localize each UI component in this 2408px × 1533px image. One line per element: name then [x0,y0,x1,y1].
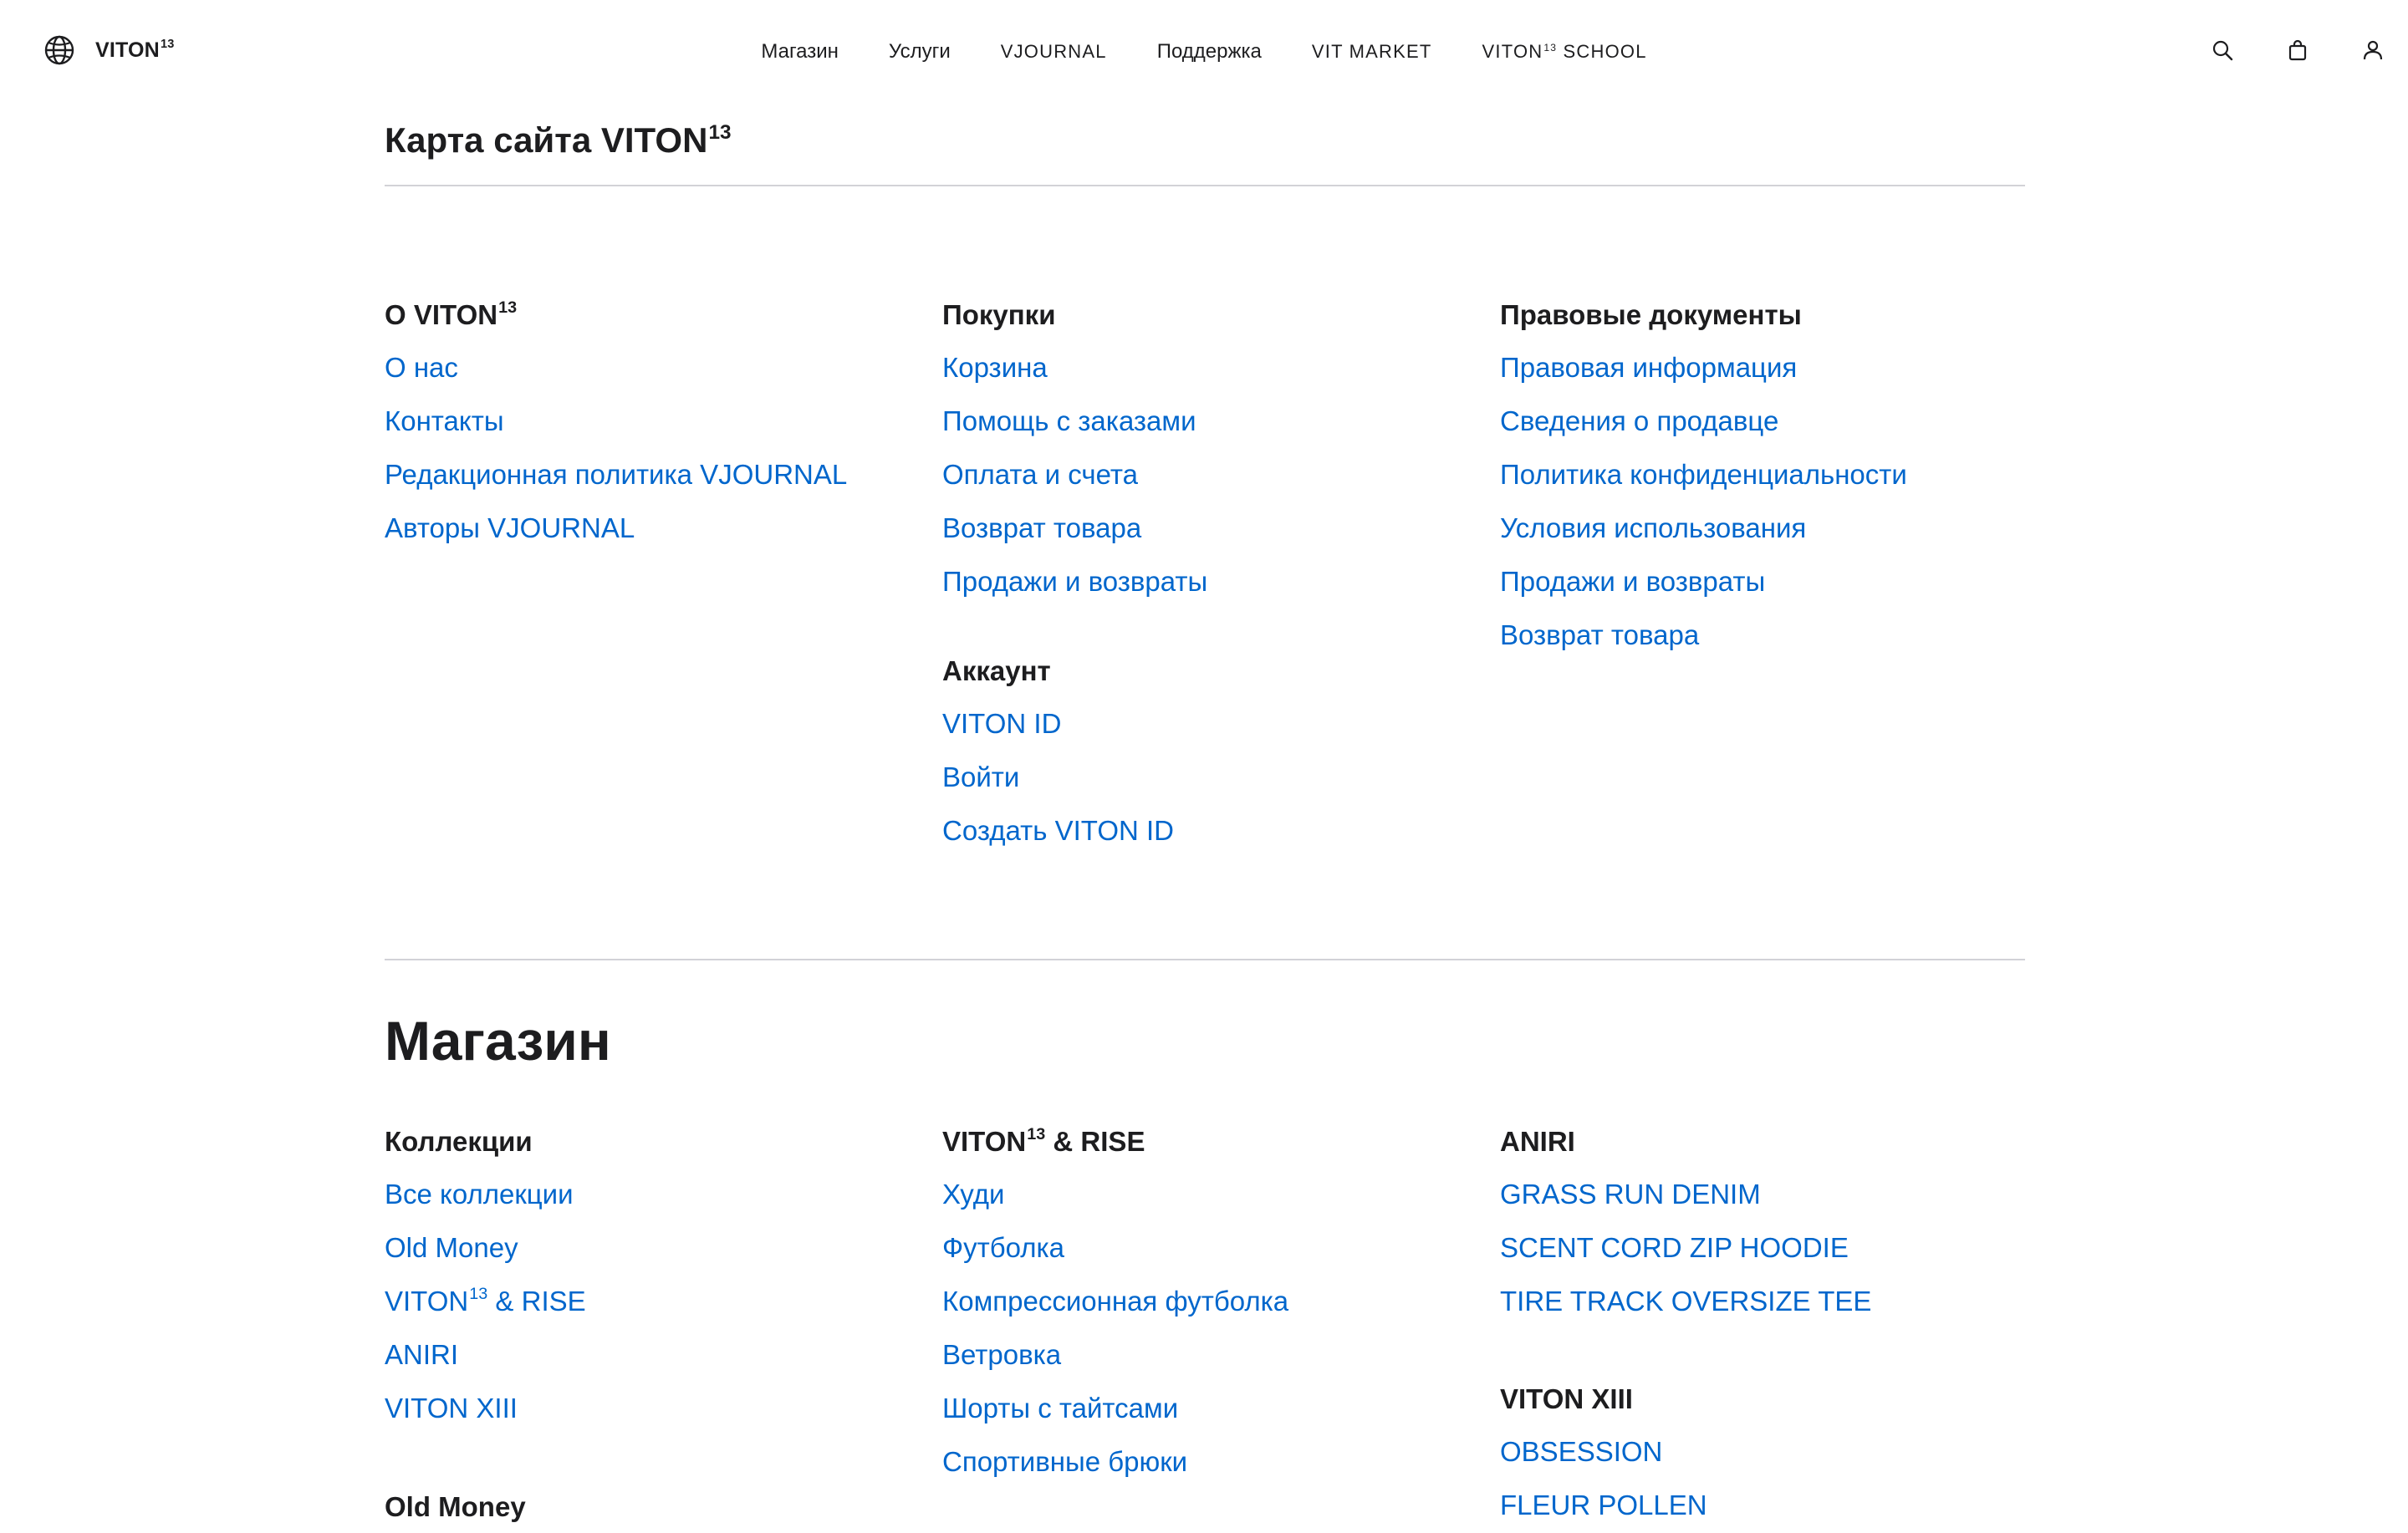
link-aniri[interactable]: ANIRI [385,1328,920,1382]
link-fleur-pollen[interactable]: FLEUR POLLEN [1500,1479,2035,1532]
group-heading-old-money: Old Money [385,1491,526,1522]
link-tshirt[interactable]: Футболка [942,1221,1477,1275]
nav-item-services[interactable]: Услуги [889,37,951,67]
nav-item-vjournal[interactable]: VJOURNAL [1001,37,1107,67]
group-heading-legal: Правовые документы [1500,299,1802,330]
link-vjournal-authors[interactable]: Авторы VJOURNAL [385,502,920,555]
link-grass-run-denim[interactable]: GRASS RUN DENIM [1500,1168,2035,1221]
link-order-help[interactable]: Помощь с заказами [942,395,1477,448]
link-scent-cord-zip-hoodie[interactable]: SCENT CORD ZIP HOODIE [1500,1221,2035,1275]
link-compression-tshirt[interactable]: Компрессионная футболка [942,1275,1477,1328]
section-title-shop: Магазин [385,1010,611,1072]
link-cart[interactable]: Корзина [942,341,1477,395]
main-nav: Магазин Услуги VJOURNAL Поддержка VIT MA… [0,37,2408,67]
link-windbreaker[interactable]: Ветровка [942,1328,1477,1382]
link-old-money[interactable]: Old Money [385,1221,920,1275]
nav-item-school[interactable]: VITON13 SCHOOL [1482,37,1647,67]
group-heading-about: О VITON13 [385,298,518,330]
link-hoodie[interactable]: Худи [942,1168,1477,1221]
link-privacy-policy[interactable]: Политика конфиденциальности [1500,448,2035,502]
link-returns[interactable]: Возврат товара [942,502,1477,555]
section-divider [385,959,2025,960]
link-viton-xiii[interactable]: VITON XIII [385,1382,920,1435]
nav-item-vit-market[interactable]: VIT MARKET [1312,37,1432,67]
group-heading-viton-rise: VITON13 & RISE [942,1125,1145,1157]
header-actions [2211,35,2385,65]
link-all-collections[interactable]: Все коллекции [385,1168,920,1221]
link-sign-in[interactable]: Войти [942,751,1477,804]
column-purchases: Покупки Корзина Помощь с заказами Оплата… [942,289,1477,858]
global-header: VITON13 Магазин Услуги VJOURNAL Поддержк… [0,0,2408,100]
page-title: Карта сайта VITON13 [385,120,732,160]
group-heading-collections: Коллекции [385,1126,533,1157]
group-heading-account: Аккаунт [942,655,1051,686]
link-create-viton-id[interactable]: Создать VITON ID [942,804,1477,858]
column-viton-rise: VITON13 & RISE Худи Футболка Компрессион… [942,1116,1477,1489]
link-legal-info[interactable]: Правовая информация [1500,341,2035,395]
nav-item-shop[interactable]: Магазин [761,37,839,67]
account-icon[interactable] [2361,35,2385,65]
link-sales-refunds-legal[interactable]: Продажи и возвраты [1500,555,2035,609]
nav-item-support[interactable]: Поддержка [1157,37,1262,67]
group-heading-aniri: ANIRI [1500,1126,1575,1157]
link-editorial-policy[interactable]: Редакционная политика VJOURNAL [385,448,920,502]
link-about-us[interactable]: О нас [385,341,920,395]
group-heading-viton-xiii: VITON XIII [1500,1383,1633,1414]
link-terms-of-use[interactable]: Условия использования [1500,502,2035,555]
link-viton-rise[interactable]: VITON13 & RISE [385,1275,920,1328]
column-legal: Правовые документы Правовая информация С… [1500,289,2035,662]
column-aniri: ANIRI GRASS RUN DENIM SCENT CORD ZIP HOO… [1500,1116,2035,1532]
link-obsession[interactable]: OBSESSION [1500,1425,2035,1479]
link-viton-id[interactable]: VITON ID [942,697,1477,751]
link-returns-legal[interactable]: Возврат товара [1500,609,2035,662]
title-divider [385,185,2025,186]
link-tire-track-oversize-tee[interactable]: TIRE TRACK OVERSIZE TEE [1500,1275,2035,1328]
column-about: О VITON13 О нас Контакты Редакционная по… [385,289,920,555]
link-sport-pants[interactable]: Спортивные брюки [942,1435,1477,1489]
link-contacts[interactable]: Контакты [385,395,920,448]
bag-icon[interactable] [2286,35,2309,65]
search-icon[interactable] [2211,35,2234,65]
link-sales-refunds[interactable]: Продажи и возвраты [942,555,1477,609]
link-shorts-tights[interactable]: Шорты с тайтсами [942,1382,1477,1435]
link-seller-info[interactable]: Сведения о продавце [1500,395,2035,448]
link-payment-invoices[interactable]: Оплата и счета [942,448,1477,502]
column-collections: Коллекции Все коллекции Old Money VITON1… [385,1116,920,1533]
group-heading-purchases: Покупки [942,299,1056,330]
